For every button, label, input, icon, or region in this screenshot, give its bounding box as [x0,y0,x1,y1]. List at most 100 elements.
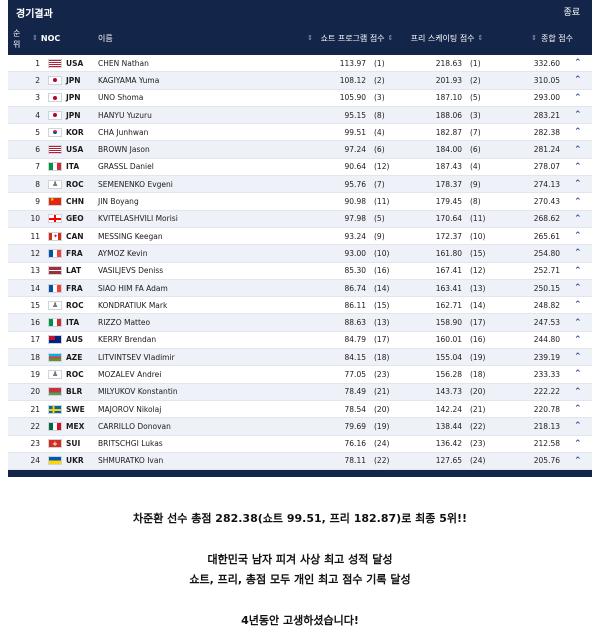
athlete-name[interactable]: SHMURATKO Ivan [98,453,163,469]
table-row[interactable]: 4 JPN HANYU Yuzuru 95.15 (8) 188.06 (3) 283.21 ⌃ [8,106,592,125]
expand-chevron-icon[interactable]: ⌃ [574,297,582,313]
table-row[interactable]: 21 SWE MAJOROV Nikolaj 78.54 (20) 142.24 (21) 2… [8,400,592,419]
table-row[interactable]: 7 ITA GRASSL Daniel 90.64 (12) 187.43 (4) 278.0… [8,158,592,177]
noc-code: JPN [66,93,81,103]
expand-chevron-icon[interactable]: ⌃ [574,107,582,123]
athlete-name[interactable]: RIZZO Matteo [98,314,150,330]
free-score: 170.64 [435,214,462,224]
athlete-name[interactable]: BRITSCHGI Lukas [98,436,163,452]
short-rank: (22) [374,456,390,466]
table-row[interactable]: 1 USA CHEN Nathan 113.97 (1) 218.63 (1) 332.60 ⌃ [8,55,592,73]
athlete-name[interactable]: BROWN Jason [98,141,150,157]
expand-chevron-icon[interactable]: ⌃ [574,384,582,400]
expand-chevron-icon[interactable]: ⌃ [574,366,582,382]
short-header-label: 쇼트 프로그램 점수 [320,34,385,43]
table-row[interactable]: 16 ITA RIZZO Matteo 88.63 (13) 158.90 (17) 247.… [8,314,592,332]
table-row[interactable]: 14 FRA SIAO HIM FA Adam 86.74 (14) 163.41 (13)… [8,279,592,298]
expand-chevron-icon[interactable]: ⌃ [574,72,582,88]
athlete-name[interactable]: KONDRATIUK Mark [98,297,167,313]
col-name-header[interactable]: 이름 ⇕ [98,23,313,54]
athlete-name[interactable]: UNO Shoma [98,90,143,106]
table-row[interactable]: 11 ✦ CAN MESSING Keegan 93.24 (9) 172.37 (10) 26… [8,227,592,246]
expand-chevron-icon[interactable]: ⌃ [574,193,582,209]
athlete-name[interactable]: CHA Junhwan [98,124,148,140]
noc-cell: FRA [48,280,83,296]
expand-chevron-icon[interactable]: ⌃ [574,401,582,417]
expand-chevron-icon[interactable]: ⌃ [574,436,582,452]
athlete-name[interactable]: MESSING Keegan [98,228,163,244]
table-row[interactable]: 13 LAT VASILJEVS Deniss 85.30 (16) 167.41 (12)… [8,262,592,280]
col-free-header[interactable]: 프리 스케이팅 점수 ⇕ [406,23,488,54]
athlete-name[interactable]: SEMENENKO Evgeni [98,176,173,192]
athlete-name[interactable]: AYMOZ Kevin [98,245,147,261]
athlete-name[interactable]: GRASSL Daniel [98,159,154,175]
table-row[interactable]: 15 ♟ ROC KONDRATIUK Mark 86.11 (15) 162.71 (14)… [8,297,592,315]
sort-icon: ⇕ [387,34,394,42]
event-status: 종료 [563,8,580,18]
athlete-name[interactable]: CARRILLO Donovan [98,418,171,434]
rank-cell: 17 [30,335,40,345]
athlete-name[interactable]: MAJOROV Nikolaj [98,401,161,417]
free-rank: (13) [470,283,486,293]
expand-chevron-icon[interactable]: ⌃ [574,228,582,244]
table-row[interactable]: 22 MEX CARRILLO Donovan 79.69 (19) 138.44 (22)… [8,418,592,436]
table-row[interactable]: 12 FRA AYMOZ Kevin 93.00 (10) 161.80 (15) 254.8… [8,245,592,263]
expand-chevron-icon[interactable]: ⌃ [574,280,582,296]
expand-chevron-icon[interactable]: ⌃ [574,141,582,157]
athlete-name[interactable]: MILYUKOV Konstantin [98,384,178,400]
expand-chevron-icon[interactable]: ⌃ [574,332,582,348]
expand-chevron-icon[interactable]: ⌃ [574,418,582,434]
athlete-name[interactable]: VASILJEVS Deniss [98,263,163,279]
athlete-name[interactable]: LITVINTSEV Vladimir [98,349,175,365]
expand-chevron-icon[interactable]: ⌃ [574,176,582,192]
athlete-name[interactable]: CHEN Nathan [98,55,149,71]
noc-cell: FRA [48,245,83,261]
short-rank: (24) [374,439,390,449]
expand-chevron-icon[interactable]: ⌃ [574,314,582,330]
expand-chevron-icon[interactable]: ⌃ [574,55,582,71]
table-row[interactable]: 5 KOR CHA Junhwan 99.51 (4) 182.87 (7) 282.38 ⌃ [8,124,592,142]
expand-chevron-icon[interactable]: ⌃ [574,245,582,261]
table-row[interactable]: 10 GEO KVITELASHVILI Morisi 97.98 (5) 170.64 (… [8,210,592,228]
athlete-name[interactable]: MOZALEV Andrei [98,366,161,382]
athlete-name[interactable]: SIAO HIM FA Adam [98,280,168,296]
table-row[interactable]: 24 UKR SHMURATKO Ivan 78.11 (22) 127.65 (24) 20… [8,452,592,471]
expand-chevron-icon[interactable]: ⌃ [574,159,582,175]
rank-cell: 5 [35,127,40,137]
col-short-header[interactable]: 쇼트 프로그램 점수 ⇕ [320,23,394,54]
rank-cell: 13 [30,266,40,276]
table-row[interactable]: 9 ★ CHN JIN Boyang 90.98 (11) 179.45 (8) 270.43 ⌃ [8,193,592,211]
col-noc-header[interactable]: ⇕ NOC [32,23,60,54]
athlete-name[interactable]: HANYU Yuzuru [98,107,152,123]
table-row[interactable]: 6 USA BROWN Jason 97.24 (6) 184.00 (6) 281.24 ⌃ [8,141,592,159]
athlete-name[interactable]: KVITELASHVILI Morisi [98,211,178,227]
table-row[interactable]: 20 BLR MILYUKOV Konstantin 78.49 (21) 143.73 (… [8,383,592,401]
table-row[interactable]: 17 AUS KERRY Brendan 84.79 (17) 160.01 (16) 244… [8,331,592,350]
athlete-name[interactable]: JIN Boyang [98,193,139,209]
col-rank-header[interactable]: 순위 [13,23,27,54]
athlete-name[interactable]: KAGIYAMA Yuma [98,72,159,88]
table-row[interactable]: 3 JPN UNO Shoma 105.90 (3) 187.10 (5) 293.00 ⌃ [8,89,592,107]
expand-chevron-icon[interactable]: ⌃ [574,263,582,279]
short-score: 84.79 [344,335,366,345]
free-rank: (10) [470,231,486,241]
noc-code: ROC [66,369,84,379]
expand-chevron-icon[interactable]: ⌃ [574,90,582,106]
total-score: 265.61 [533,231,560,241]
table-row[interactable]: 2 JPN KAGIYAMA Yuma 108.12 (2) 201.93 (2) 310.0… [8,72,592,90]
expand-chevron-icon[interactable]: ⌃ [574,211,582,227]
table-row[interactable]: 18 AZE LITVINTSEV Vladimir 84.15 (18) 155.04 (… [8,349,592,367]
expand-chevron-icon[interactable]: ⌃ [574,349,582,365]
expand-chevron-icon[interactable]: ⌃ [574,453,582,469]
flag-icon [48,214,62,224]
noc-header-label: NOC [40,34,61,43]
table-row[interactable]: 8 ♟ ROC SEMENENKO Evgeni 95.76 (7) 178.37 (9) 27… [8,176,592,194]
athlete-name[interactable]: KERRY Brendan [98,332,156,348]
short-score: 113.97 [339,58,366,68]
expand-chevron-icon[interactable]: ⌃ [574,124,582,140]
free-score: 143.73 [435,387,462,397]
table-row[interactable]: 19 ♟ ROC MOZALEV Andrei 77.05 (23) 156.28 (18) 2… [8,366,592,384]
table-row[interactable]: 23 + SUI BRITSCHGI Lukas 76.16 (24) 136.42 (23)… [8,435,592,453]
flag-icon: + [48,439,62,449]
col-total-header[interactable]: ⇕ 종합 점수 [503,23,573,54]
